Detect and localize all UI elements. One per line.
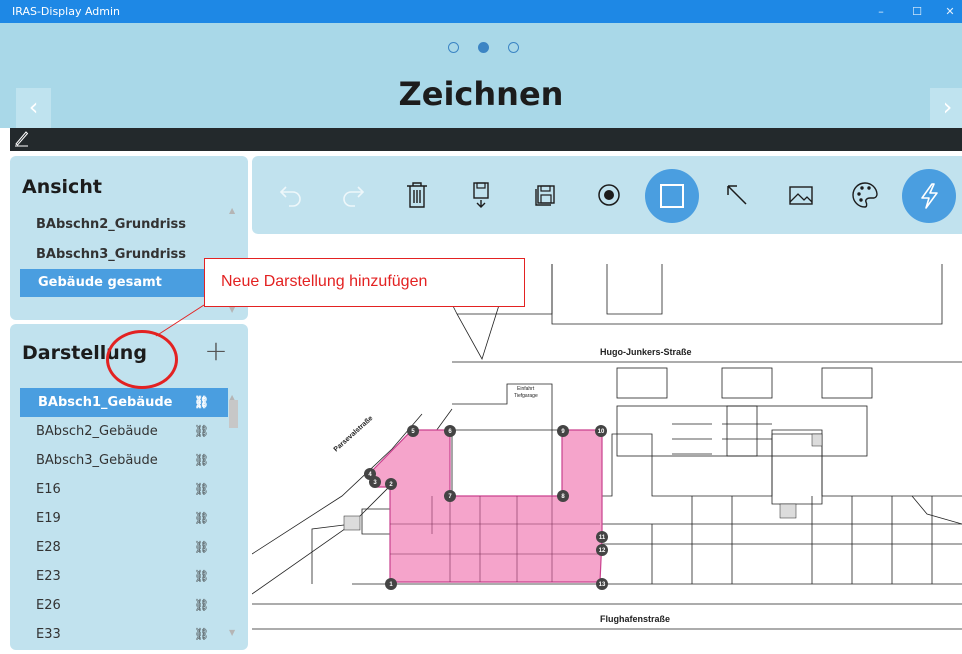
annotation-overlay	[155, 304, 205, 337]
annotation-callout: Neue Darstellung hinzufügen	[204, 258, 525, 307]
callout-leader-line	[155, 304, 205, 337]
annotation-circle	[106, 330, 178, 389]
